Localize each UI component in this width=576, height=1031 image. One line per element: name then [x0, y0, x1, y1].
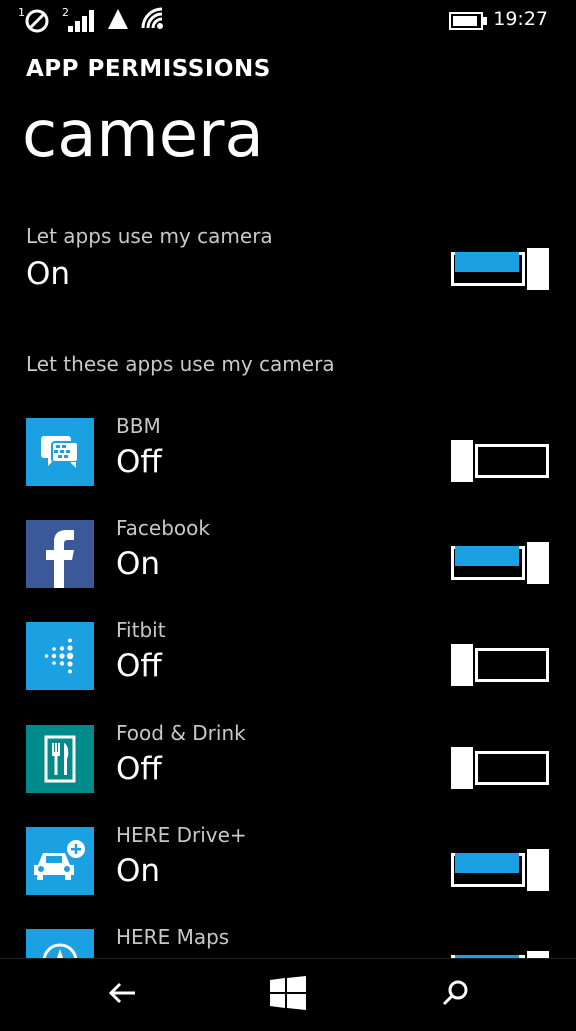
- toggle-thumb[interactable]: [451, 440, 473, 482]
- here-drive-camera-toggle[interactable]: [451, 849, 549, 891]
- app-name: Fitbit: [116, 618, 166, 642]
- food-drink-icon: [26, 725, 94, 793]
- search-icon: [442, 980, 468, 1006]
- section-label: Let these apps use my camera: [26, 352, 335, 376]
- bbm-camera-toggle[interactable]: [451, 440, 549, 482]
- app-name: HERE Maps: [116, 925, 230, 949]
- fitbit-icon: [26, 622, 94, 690]
- bbm-icon: [26, 418, 94, 486]
- app-name: Food & Drink: [116, 721, 246, 745]
- windows-logo-icon: [270, 976, 306, 1010]
- app-state: Off: [116, 444, 162, 480]
- app-row-facebook[interactable]: Facebook On: [0, 516, 576, 622]
- toggle-thumb[interactable]: [527, 542, 549, 584]
- facebook-camera-toggle[interactable]: [451, 542, 549, 584]
- app-state: On: [116, 853, 161, 889]
- toggle-track: [475, 751, 549, 785]
- here-drive-icon: [26, 827, 94, 895]
- toggle-thumb[interactable]: [451, 644, 473, 686]
- app-row-bbm[interactable]: BBM Off: [0, 414, 576, 520]
- network-triangle-icon: [106, 6, 130, 36]
- toggle-track: [475, 648, 549, 682]
- start-button[interactable]: [268, 975, 308, 1011]
- toggle-fill: [455, 252, 519, 272]
- status-bar: 1 2 19:27: [0, 0, 576, 40]
- navigation-bar: [0, 958, 576, 1025]
- master-toggle-label: Let apps use my camera: [26, 224, 273, 248]
- clock: 19:27: [493, 8, 548, 30]
- app-state: Off: [116, 751, 162, 787]
- toggle-fill: [455, 853, 519, 873]
- page-kicker: APP PERMISSIONS: [26, 56, 271, 82]
- facebook-icon: [26, 520, 94, 588]
- app-state: On: [116, 546, 161, 582]
- wifi-icon: [140, 6, 166, 36]
- app-row-fitbit[interactable]: Fitbit Off: [0, 618, 576, 724]
- back-button[interactable]: [102, 975, 142, 1011]
- back-arrow-icon: [108, 982, 135, 1004]
- fitbit-camera-toggle[interactable]: [451, 644, 549, 686]
- master-toggle-value: On: [26, 256, 71, 292]
- app-name: BBM: [116, 414, 161, 438]
- app-name: Facebook: [116, 516, 210, 540]
- toggle-thumb[interactable]: [527, 849, 549, 891]
- master-camera-toggle[interactable]: [451, 248, 549, 290]
- food-drink-camera-toggle[interactable]: [451, 747, 549, 789]
- search-button[interactable]: [436, 975, 476, 1011]
- app-row-food-drink[interactable]: Food & Drink Off: [0, 721, 576, 827]
- battery-icon: [449, 12, 489, 34]
- page-title: camera: [22, 98, 264, 172]
- app-row-here-drive[interactable]: HERE Drive+ On: [0, 823, 576, 929]
- app-state: Off: [116, 648, 162, 684]
- app-name: HERE Drive+: [116, 823, 247, 847]
- toggle-thumb[interactable]: [527, 248, 549, 290]
- toggle-thumb[interactable]: [451, 747, 473, 789]
- toggle-track: [475, 444, 549, 478]
- toggle-fill: [455, 546, 519, 566]
